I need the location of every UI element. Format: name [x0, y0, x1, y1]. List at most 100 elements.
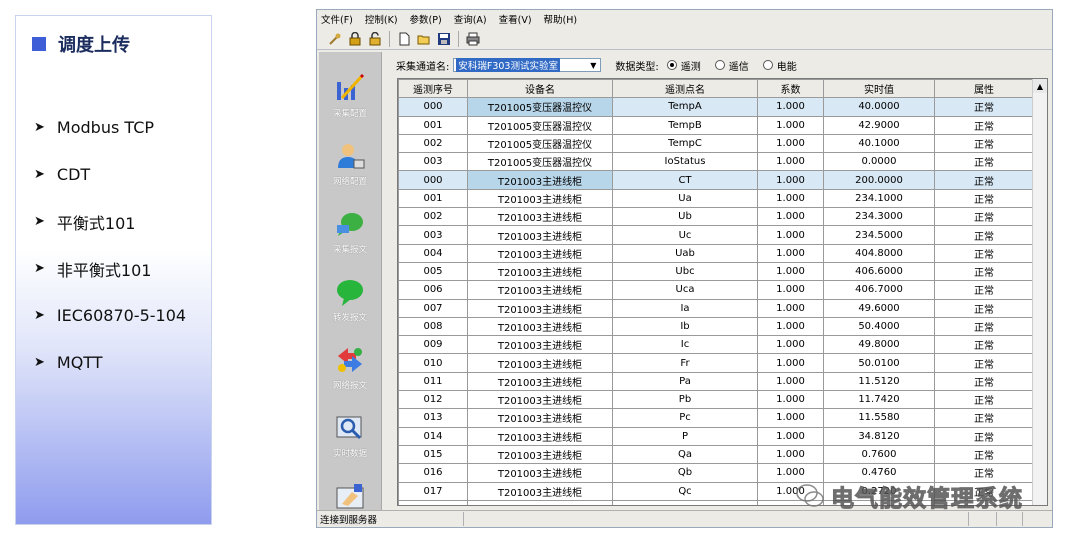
- column-header[interactable]: 遥测序号: [398, 79, 468, 99]
- menu-params[interactable]: 参数(P): [410, 12, 442, 26]
- key-icon[interactable]: [327, 31, 343, 47]
- toolbar: [317, 28, 1052, 50]
- table-cell: 0.0000: [823, 152, 935, 172]
- arrow-bullet-icon: ➤: [34, 355, 45, 370]
- table-cell: 002: [398, 207, 468, 227]
- sidebar-item-network-message[interactable]: 网络报文: [319, 334, 381, 402]
- table-cell: T201003主进线柜: [467, 499, 613, 505]
- table-row[interactable]: 014 T201003主进线柜 P 1.000 34.8120 正常: [398, 426, 1034, 446]
- chevron-down-icon[interactable]: ▼: [586, 59, 600, 71]
- table-cell: Uc: [612, 225, 758, 245]
- sidebar-item-remote-test[interactable]: 遥控测试: [319, 470, 381, 538]
- vertical-scrollbar[interactable]: ▲: [1032, 79, 1047, 505]
- table-row[interactable]: 007 T201003主进线柜 Ia 1.000 49.6000 正常: [398, 298, 1034, 318]
- table-row[interactable]: 003 T201005变压器温控仪 IoStatus 1.000 0.0000 正常: [398, 152, 1034, 172]
- protocol-list: ➤ Modbus TCP ➤ CDT ➤ 平衡式101 ➤ 非平衡式101 ➤ IEC60…: [34, 104, 186, 386]
- table-row[interactable]: 009 T201003主进线柜 Ic 1.000 49.8000 正常: [398, 335, 1034, 355]
- table-cell: T201003主进线柜: [467, 353, 613, 373]
- new-file-icon[interactable]: [396, 31, 412, 47]
- telemetry-table: 遥测序号 设备名 遥测点名 系数 实时值 属性 000 T201005变压器温控仪…: [398, 79, 1034, 505]
- table-cell: 正常: [934, 444, 1034, 465]
- status-cell: [997, 512, 1023, 526]
- table-cell: T201003主进线柜: [467, 463, 613, 483]
- column-header[interactable]: 实时值: [823, 79, 935, 99]
- table-cell: T201003主进线柜: [467, 243, 613, 263]
- table-row[interactable]: 008 T201003主进线柜 Ib 1.000 50.4000 正常: [398, 316, 1034, 337]
- table-row[interactable]: 005 T201003主进线柜 Ubc 1.000 406.6000 正常: [398, 261, 1034, 282]
- table-row[interactable]: 000 T201005变压器温控仪 TempA 1.000 40.0000 正常: [398, 97, 1034, 117]
- table-header-row: 遥测序号 设备名 遥测点名 系数 实时值 属性: [398, 79, 1034, 99]
- radio-energy[interactable]: 电能: [762, 58, 797, 73]
- table-cell: 正常: [934, 371, 1034, 392]
- table-row[interactable]: 006 T201003主进线柜 Uca 1.000 406.7000 正常: [398, 280, 1034, 300]
- column-header[interactable]: 属性: [934, 79, 1034, 99]
- table-row[interactable]: 010 T201003主进线柜 Fr 1.000 50.0100 正常: [398, 353, 1034, 373]
- table-cell: 40.0000: [823, 97, 935, 117]
- table-cell: 1.000: [757, 188, 824, 209]
- table-cell: 012: [398, 390, 468, 410]
- column-header[interactable]: 设备名: [467, 79, 613, 99]
- lock-icon[interactable]: [347, 31, 363, 47]
- table-cell: Uab: [612, 243, 758, 263]
- table-cell: 000: [398, 170, 468, 190]
- protocol-panel: 调度上传 ➤ Modbus TCP ➤ CDT ➤ 平衡式101 ➤ 非平衡式101 ➤…: [15, 15, 212, 525]
- table-row[interactable]: 015 T201003主进线柜 Qa 1.000 0.7600 正常: [398, 444, 1034, 465]
- menu-control[interactable]: 控制(K): [365, 12, 398, 26]
- arrow-bullet-icon: ➤: [34, 214, 45, 229]
- table-cell: 1.000: [757, 408, 824, 428]
- table-cell: 正常: [934, 170, 1034, 190]
- status-cell: [969, 512, 997, 526]
- unlock-icon[interactable]: [367, 31, 383, 47]
- table-cell: T201003主进线柜: [467, 390, 613, 410]
- list-item: ➤ IEC60870-5-104: [34, 306, 187, 325]
- table-cell: 1.000: [757, 225, 824, 245]
- table-row[interactable]: 004 T201003主进线柜 Uab 1.000 404.8000 正常: [398, 243, 1034, 263]
- table-cell: 11.5120: [823, 371, 935, 392]
- table-cell: Ic: [612, 335, 758, 355]
- radio-dot-icon: [762, 60, 773, 70]
- table-row[interactable]: 001 T201003主进线柜 Ua 1.000 234.1000 正常: [398, 188, 1034, 209]
- table-row[interactable]: 002 T201003主进线柜 Ub 1.000 234.3000 正常: [398, 207, 1034, 227]
- sidebar-item-network-config[interactable]: 网络配置: [319, 130, 381, 198]
- table-row[interactable]: 000 T201003主进线柜 CT 1.000 200.0000 正常: [398, 170, 1034, 190]
- table-cell: T201005变压器温控仪: [467, 152, 613, 172]
- scroll-up-icon[interactable]: ▲: [1033, 79, 1047, 93]
- table-cell: 正常: [934, 280, 1034, 300]
- table-row[interactable]: 012 T201003主进线柜 Pb 1.000 11.7420 正常: [398, 390, 1034, 410]
- table-cell: 1.000: [757, 353, 824, 373]
- table-cell: 017: [398, 481, 468, 501]
- table-cell: 正常: [934, 408, 1034, 428]
- table-cell: IoStatus: [612, 152, 758, 172]
- table-cell: Q: [612, 499, 758, 505]
- table-cell: 1.000: [757, 444, 824, 465]
- column-header[interactable]: 遥测点名: [612, 79, 758, 99]
- open-folder-icon[interactable]: [416, 31, 432, 47]
- sidebar-item-label: 网络报文: [332, 381, 367, 391]
- save-icon[interactable]: [436, 31, 452, 47]
- sidebar-item-realtime-data[interactable]: 实时数据: [319, 402, 381, 470]
- channel-select[interactable]: 安科瑞F303测试实验室 ▼: [453, 58, 602, 72]
- radio-dot-icon: [666, 60, 677, 70]
- radio-telesignal[interactable]: 遥信: [714, 58, 749, 73]
- remote-control-icon: [336, 484, 364, 509]
- print-icon[interactable]: [465, 31, 481, 47]
- menu-view[interactable]: 查看(V): [499, 12, 532, 26]
- menu-file[interactable]: 文件(F): [321, 12, 353, 26]
- arrow-bullet-icon: ➤: [34, 167, 45, 182]
- sidebar-item-collect-config[interactable]: 采集配置: [319, 62, 381, 130]
- column-header[interactable]: 系数: [757, 79, 824, 99]
- table-cell: 1.000: [757, 390, 824, 410]
- radio-telemetry[interactable]: 遥测: [666, 58, 701, 73]
- table-row[interactable]: 002 T201005变压器温控仪 TempC 1.000 40.1000 正常: [398, 133, 1034, 154]
- menu-query[interactable]: 查询(A): [454, 12, 487, 26]
- menu-help[interactable]: 帮助(H): [544, 12, 578, 26]
- table-row[interactable]: 003 T201003主进线柜 Uc 1.000 234.5000 正常: [398, 225, 1034, 245]
- table-cell: Uca: [612, 280, 758, 300]
- table-row[interactable]: 011 T201003主进线柜 Pa 1.000 11.5120 正常: [398, 371, 1034, 392]
- table-row[interactable]: 001 T201005变压器温控仪 TempB 1.000 42.9000 正常: [398, 115, 1034, 135]
- table-row[interactable]: 013 T201003主进线柜 Pc 1.000 11.5580 正常: [398, 408, 1034, 428]
- sidebar-item-collect-message[interactable]: 采集报文: [319, 198, 381, 266]
- table-cell: 正常: [934, 261, 1034, 282]
- sidebar-item-forward-message[interactable]: 转发报文: [319, 266, 381, 334]
- wechat-logo-icon: [796, 484, 824, 507]
